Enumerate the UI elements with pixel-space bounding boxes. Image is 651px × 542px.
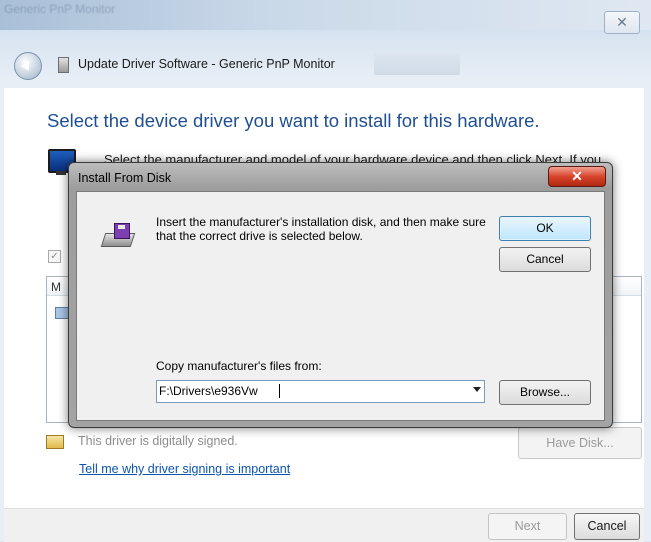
install-from-disk-dialog: Install From Disk ✕ Insert the manufactu… — [68, 162, 613, 428]
background-window-title: Generic PnP Monitor — [4, 2, 116, 16]
signed-text: This driver is digitally signed. — [78, 434, 238, 448]
text-caret — [279, 384, 280, 398]
path-value[interactable]: F:\Drivers\e936Vw — [159, 384, 258, 398]
browse-button[interactable]: Browse... — [499, 380, 591, 405]
device-icon — [58, 57, 69, 73]
dialog-cancel-button[interactable]: Cancel — [499, 247, 591, 272]
copy-from-label: Copy manufacturer's files from: — [156, 359, 322, 373]
wizard-footer: Next Cancel — [4, 508, 644, 542]
compatible-hardware-checkbox[interactable]: ✓ — [48, 250, 61, 263]
background-window-strip: Generic PnP Monitor — [0, 0, 651, 30]
dialog-body: Insert the manufacturer's installation d… — [76, 191, 605, 421]
have-disk-button[interactable]: Have Disk... — [518, 427, 642, 459]
cancel-button[interactable]: Cancel — [574, 513, 640, 540]
window-close-button[interactable]: ✕ — [604, 11, 640, 34]
model-column-header: M — [51, 280, 61, 294]
chevron-down-icon[interactable] — [473, 387, 481, 392]
ok-button[interactable]: OK — [499, 216, 591, 241]
blurred-button — [374, 53, 460, 75]
path-combobox[interactable]: F:\Drivers\e936Vw — [156, 380, 485, 403]
dialog-close-button[interactable]: ✕ — [548, 166, 606, 187]
back-arrow-icon[interactable] — [14, 52, 42, 80]
driver-signing-link[interactable]: Tell me why driver signing is important — [79, 462, 290, 476]
dialog-message: Insert the manufacturer's installation d… — [156, 215, 486, 243]
page-heading: Select the device driver you want to ins… — [47, 110, 540, 131]
wizard-titlebar: Update Driver Software - Generic PnP Mon… — [4, 44, 644, 84]
wizard-title: Update Driver Software - Generic PnP Mon… — [78, 57, 335, 71]
floppy-disk-icon — [100, 223, 136, 249]
dialog-title: Install From Disk — [78, 171, 172, 185]
next-button[interactable]: Next — [488, 513, 567, 540]
certificate-icon — [46, 435, 64, 449]
